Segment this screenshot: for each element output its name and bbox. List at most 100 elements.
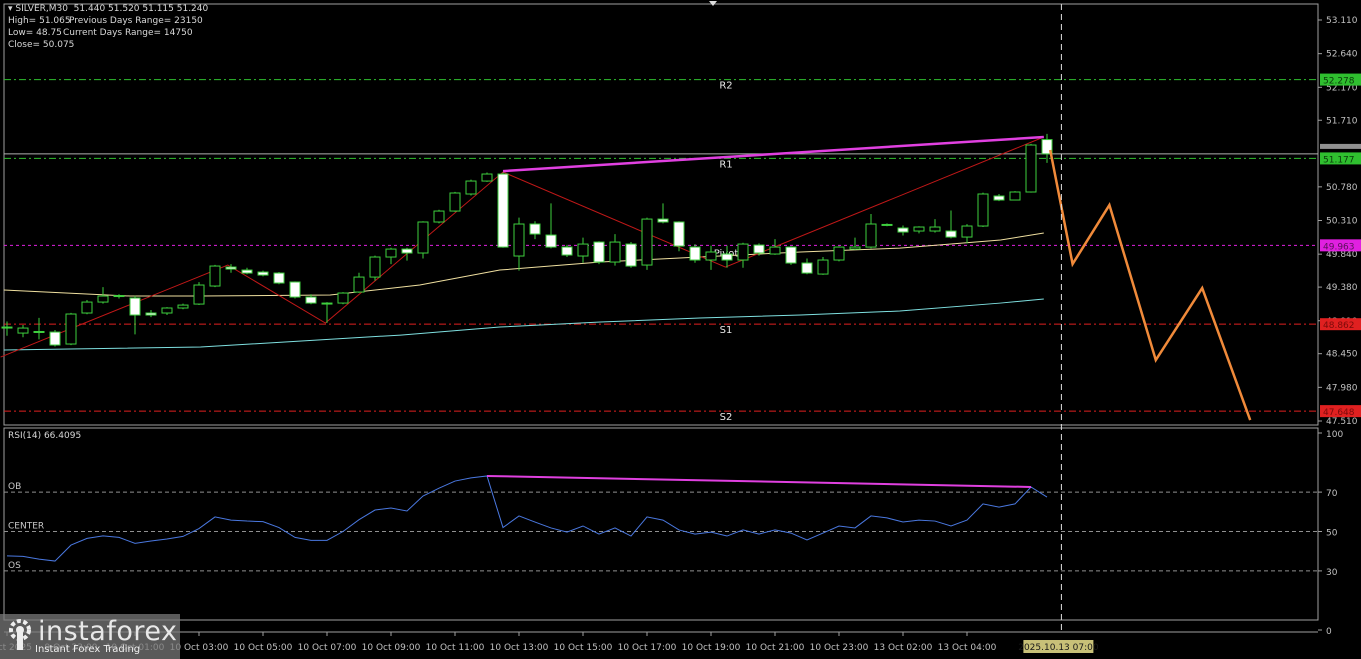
candle-body: [689, 246, 701, 261]
price-tick-label: 48.450: [1326, 350, 1358, 360]
level-tag-text: 51.177: [1323, 155, 1355, 165]
candle-23: [369, 255, 381, 281]
candle-8: [129, 295, 141, 335]
candle-body: [449, 192, 461, 212]
forecast-path: [1048, 149, 1252, 421]
candle-63: [1009, 191, 1021, 201]
candle-38: [609, 234, 621, 266]
candle-body: [241, 269, 253, 274]
candle-body: [225, 266, 237, 270]
candle-body: [257, 271, 269, 276]
time-label: 10 Oct 19:00: [682, 643, 741, 653]
candle-body: [433, 210, 445, 223]
candle-40: [641, 217, 653, 270]
candle-body: [273, 272, 285, 284]
price-panel-frame: [3, 3, 1319, 426]
candle-55: [881, 223, 893, 227]
price-tick-label: 52.640: [1326, 50, 1358, 60]
candle-body: [145, 312, 157, 316]
time-label: 10 Oct 07:00: [298, 643, 357, 653]
candle-12: [193, 282, 205, 305]
candle-30: [481, 172, 493, 182]
logo-tagline: Instant Forex Trading: [35, 644, 141, 655]
rsi-tick-label: 30: [1326, 568, 1338, 578]
level-tag-text: 49.963: [1323, 242, 1355, 252]
candle-26: [417, 221, 429, 259]
candle-61: [977, 192, 989, 227]
info-close: Close= 50.075: [8, 40, 75, 50]
level-tag-text: 48.862: [1323, 321, 1355, 331]
candle-body: [913, 226, 925, 232]
instaforex-logo: instaforex Instant Forex Trading: [0, 614, 180, 659]
level-tag-text: 47.648: [1323, 408, 1355, 418]
candle-37: [593, 241, 605, 265]
rsi-level-label-ob: OB: [8, 482, 21, 492]
candle-body: [305, 296, 317, 304]
candle-body: [769, 246, 781, 255]
level-label-s2: S2: [720, 412, 733, 423]
candle-52: [833, 246, 845, 262]
candle-3: [49, 330, 61, 347]
time-label: 13 Oct 04:00: [938, 643, 997, 653]
chart-canvas[interactable]: 53.11052.64052.17051.71050.78050.31049.8…: [0, 0, 1361, 659]
time-label: 10 Oct 17:00: [618, 643, 677, 653]
candle-64: [1025, 143, 1037, 193]
candle-57: [913, 226, 925, 234]
candle-13: [209, 264, 221, 288]
rsi-tick-label: 70: [1326, 489, 1338, 499]
candle-36: [577, 237, 589, 263]
candle-body: [497, 173, 509, 248]
candle-16: [257, 270, 269, 277]
logo-brand: instaforex: [38, 616, 178, 647]
candle-body: [465, 180, 477, 195]
candle-body: [833, 246, 845, 261]
time-label: 10 Oct 09:00: [362, 643, 421, 653]
candle-body: [801, 262, 813, 274]
rsi-trendline: [486, 474, 1032, 488]
candle-body: [593, 241, 605, 263]
candle-body: [545, 234, 557, 248]
candle-27: [433, 209, 445, 224]
candle-body: [1025, 144, 1037, 193]
price-tick-label: 51.710: [1326, 116, 1358, 126]
candle-43: [689, 244, 701, 263]
candle-50: [801, 258, 813, 275]
time-label: 10 Oct 15:00: [554, 643, 613, 653]
candle-body: [417, 221, 429, 254]
level-label-r1: R1: [719, 159, 732, 170]
rsi-tick-label: 100: [1326, 430, 1343, 440]
info-high: High= 51.065: [8, 16, 71, 26]
candle-body: [161, 307, 173, 314]
candle-32: [513, 217, 525, 271]
candle-body: [977, 193, 989, 227]
time-label: 13 Oct 02:00: [874, 643, 933, 653]
candle-33: [529, 221, 541, 240]
candle-21: [337, 292, 349, 305]
candle-1: [17, 325, 29, 338]
rsi-level-label-center: CENTER: [8, 522, 44, 532]
candle-10: [161, 307, 173, 316]
candle-9: [145, 310, 157, 318]
candle-4: [65, 312, 77, 346]
candle-18: [289, 281, 301, 299]
rsi-level-label-os: OS: [8, 561, 21, 571]
candle-49: [785, 246, 797, 265]
info-prev-range: Previous Days Range= 23150: [69, 16, 203, 26]
candle-body: [209, 265, 221, 287]
price-tick-label: 47.510: [1326, 417, 1358, 427]
candle-body: [401, 248, 413, 254]
candle-62: [993, 194, 1005, 202]
candle-39: [625, 241, 637, 268]
candle-body: [817, 259, 829, 275]
candle-34: [545, 203, 557, 249]
candle-46: [737, 242, 749, 268]
candle-31: [497, 172, 509, 248]
candle-body: [753, 244, 765, 254]
candle-body: [33, 330, 45, 333]
candle-22: [353, 272, 365, 293]
candle-29: [465, 179, 477, 196]
candle-42: [673, 221, 685, 252]
gear-logo-icon: [9, 619, 31, 650]
price-tick-label: 47.980: [1326, 383, 1358, 393]
candle-11: [177, 303, 189, 310]
